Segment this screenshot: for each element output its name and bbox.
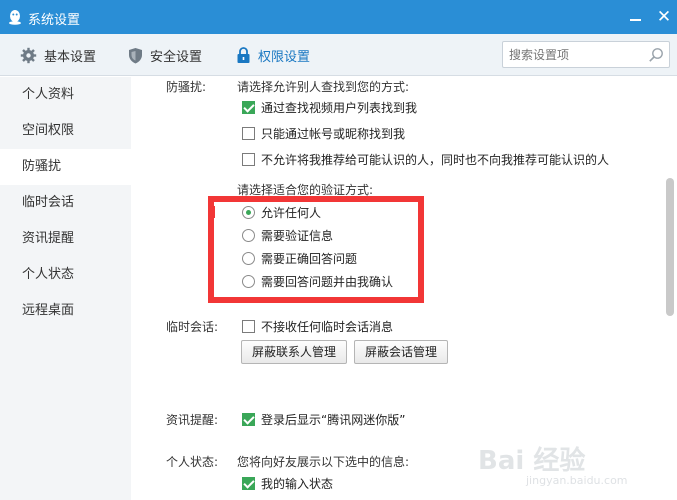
sidebar-item-news-reminder[interactable]: 资讯提醒: [0, 221, 131, 257]
status-typing-option[interactable]: 我的输入状态: [242, 475, 333, 492]
option-label: 不允许将我推荐给可能认识的人，同时也不向我推荐可能认识的人: [261, 153, 610, 167]
tab-permission-settings[interactable]: 权限设置: [236, 44, 310, 66]
title-bar: 系统设置 ✕: [0, 0, 677, 34]
temp-chat-block-option[interactable]: 不接收任何临时会话消息: [242, 318, 393, 335]
settings-tab-bar: 基本设置 安全设置 权限设置: [0, 34, 677, 76]
penguin-icon: [9, 10, 21, 25]
find-method-prompt: 请选择允许别人查找到您的方式:: [237, 80, 410, 94]
find-option-video-list[interactable]: 通过查找视频用户列表找到我: [242, 99, 417, 116]
sidebar-item-personal-status[interactable]: 个人状态: [0, 257, 131, 293]
option-label: 我的输入状态: [261, 477, 334, 491]
news-show-mini-option[interactable]: 登录后显示“腾讯网迷你版”: [242, 411, 405, 428]
watermark-url: jingyan.baidu.com: [526, 474, 628, 487]
tab-label: 安全设置: [150, 49, 203, 65]
tab-label: 基本设置: [44, 49, 97, 65]
option-label: 不接收任何临时会话消息: [261, 320, 394, 334]
sidebar-item-temp-chat[interactable]: 临时会话: [0, 185, 131, 221]
gear-icon: [20, 47, 37, 63]
search-box[interactable]: [502, 41, 670, 68]
find-option-no-recommend[interactable]: 不允许将我推荐给可能认识的人，同时也不向我推荐可能认识的人: [242, 151, 609, 168]
tab-basic-settings[interactable]: 基本设置: [20, 44, 96, 66]
checkbox[interactable]: [242, 477, 255, 490]
minimize-button[interactable]: [626, 2, 646, 32]
tab-security-settings[interactable]: 安全设置: [128, 44, 202, 66]
checkbox[interactable]: [242, 127, 255, 140]
lock-icon: [237, 46, 250, 63]
highlight-mark: [212, 206, 215, 218]
sidebar-item-remote-desktop[interactable]: 远程桌面: [0, 293, 131, 329]
sidebar: 个人资料 空间权限 防骚扰 临时会话 资讯提醒 个人状态 远程桌面: [0, 77, 131, 500]
sidebar-item-anti-harassment[interactable]: 防骚扰: [0, 149, 131, 185]
checkbox[interactable]: [242, 153, 255, 166]
temp-chat-label: 临时会话:: [166, 320, 219, 334]
checkbox[interactable]: [242, 320, 255, 333]
blocked-sessions-button[interactable]: 屏蔽会话管理: [354, 340, 449, 364]
find-option-account-only[interactable]: 只能通过帐号或昵称找到我: [242, 125, 405, 142]
search-icon[interactable]: [648, 47, 664, 63]
search-input[interactable]: [509, 46, 639, 64]
checkbox[interactable]: [242, 101, 255, 114]
highlight-box: [208, 196, 424, 303]
sidebar-item-profile[interactable]: 个人资料: [0, 77, 131, 113]
option-label: 只能通过帐号或昵称找到我: [261, 127, 406, 141]
blocked-contacts-button[interactable]: 屏蔽联系人管理: [241, 340, 348, 364]
sidebar-item-space-permission[interactable]: 空间权限: [0, 113, 131, 149]
watermark: Bai 经验: [478, 446, 586, 476]
personal-status-label: 个人状态:: [166, 455, 219, 469]
shield-icon: [129, 47, 142, 63]
option-label: 通过查找视频用户列表找到我: [261, 101, 418, 115]
checkbox[interactable]: [242, 413, 255, 426]
anti-harassment-label: 防骚扰:: [166, 80, 207, 94]
window-title: 系统设置: [28, 13, 81, 28]
close-button[interactable]: ✕: [654, 6, 674, 28]
news-reminder-label: 资讯提醒:: [166, 413, 219, 427]
option-label: 登录后显示“腾讯网迷你版”: [261, 413, 406, 427]
status-prompt: 您将向好友展示以下选中的信息:: [237, 455, 410, 469]
tab-label: 权限设置: [258, 49, 311, 65]
scrollbar-thumb[interactable]: [666, 178, 674, 316]
